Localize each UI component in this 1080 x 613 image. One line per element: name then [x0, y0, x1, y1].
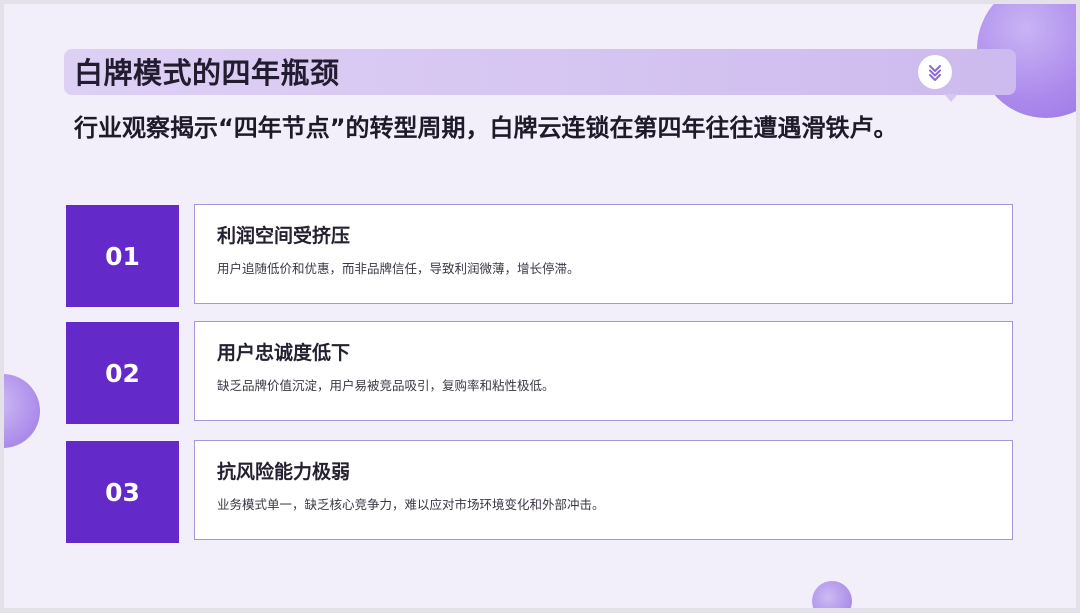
double-chevron-down-icon — [918, 55, 952, 89]
item-card: 利润空间受挤压 用户追随低价和优惠，而非品牌信任，导致利润微薄，增长停滞。 — [194, 204, 1013, 304]
slide: 白牌模式的四年瓶颈 行业观察揭示“四年节点”的转型周期，白牌云连锁在第四年往往遭… — [4, 4, 1076, 608]
slide-subtitle: 行业观察揭示“四年节点”的转型周期，白牌云连锁在第四年往往遭遇滑铁卢。 — [74, 114, 898, 142]
item-title: 抗风险能力极弱 — [217, 461, 351, 483]
item-number: 01 — [105, 241, 140, 271]
item-number-box: 01 — [66, 205, 179, 307]
item-description: 缺乏品牌价值沉淀，用户易被竞品吸引，复购率和粘性极低。 — [217, 378, 555, 393]
item-title: 利润空间受挤压 — [217, 225, 351, 247]
item-title: 用户忠诚度低下 — [217, 342, 351, 364]
item-number-box: 03 — [66, 441, 179, 543]
item-card: 用户忠诚度低下 缺乏品牌价值沉淀，用户易被竞品吸引，复购率和粘性极低。 — [194, 321, 1013, 421]
item-card: 抗风险能力极弱 业务模式单一，缺乏核心竞争力，难以应对市场环境变化和外部冲击。 — [194, 440, 1013, 540]
item-description: 业务模式单一，缺乏核心竞争力，难以应对市场环境变化和外部冲击。 — [217, 497, 605, 512]
decorative-circle-bottom — [812, 581, 852, 608]
item-number: 02 — [105, 358, 140, 388]
item-description: 用户追随低价和优惠，而非品牌信任，导致利润微薄，增长停滞。 — [217, 261, 580, 276]
slide-title: 白牌模式的四年瓶颈 — [74, 56, 340, 90]
decorative-circle-left — [4, 374, 40, 448]
badge-pointer — [944, 94, 958, 102]
item-number: 03 — [105, 477, 140, 507]
item-number-box: 02 — [66, 322, 179, 424]
